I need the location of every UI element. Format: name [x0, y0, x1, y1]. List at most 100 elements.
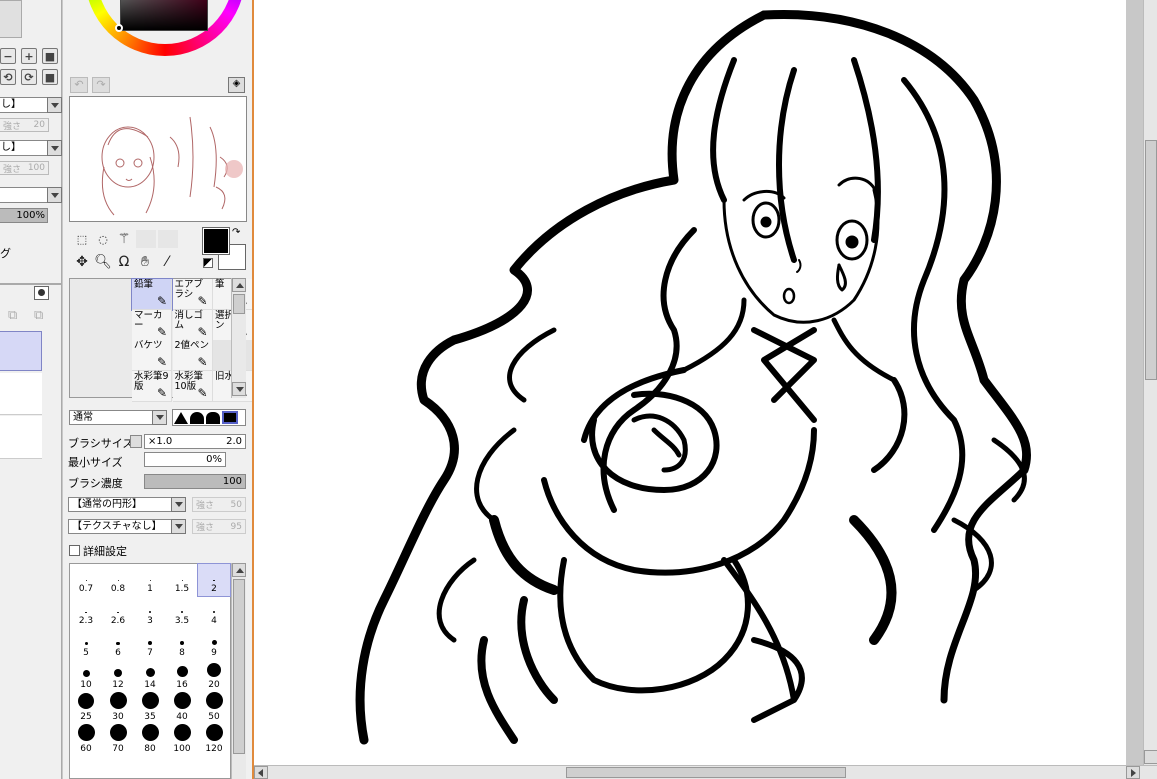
square-button[interactable]: ■: [42, 48, 58, 64]
blend-mode-select[interactable]: 通常: [69, 410, 153, 425]
size-dot-icon: [82, 670, 90, 677]
brush-1[interactable]: 鉛筆 ✎: [131, 278, 173, 311]
shape-select[interactable]: 【通常の円形】: [68, 497, 172, 512]
brush-10[interactable]: 2値ペン ✎: [172, 340, 213, 371]
eyedropper-icon[interactable]: ⁄: [158, 253, 176, 271]
hand-icon[interactable]: ✋︎: [136, 253, 154, 271]
shape-dropdown-icon[interactable]: [171, 497, 186, 512]
empty-tool-slot: [158, 230, 178, 248]
canvas-vertical-scrollbar[interactable]: [1143, 0, 1157, 765]
min-size-field[interactable]: 0%: [144, 452, 226, 467]
brush-size-option[interactable]: 5: [70, 628, 102, 660]
horizontal-scroll-thumb[interactable]: [566, 767, 846, 778]
brush-size-option[interactable]: 25: [70, 692, 102, 724]
left-select-1[interactable]: し】: [0, 97, 62, 113]
brush-size-option[interactable]: 10: [70, 660, 102, 692]
copy-layer-icon[interactable]: ⧉: [34, 308, 43, 323]
brush-5[interactable]: マーカー ✎: [132, 309, 172, 341]
layer-item-selected[interactable]: [0, 331, 42, 371]
brush-grid-scrollbar[interactable]: [231, 278, 246, 398]
layer-toggle-icon[interactable]: [34, 286, 49, 300]
navigator-options-icon[interactable]: ◈: [228, 77, 245, 93]
left-percent-slider[interactable]: 100%: [0, 208, 48, 223]
brush-size-option[interactable]: 100: [166, 724, 198, 756]
brush-size-field[interactable]: ×1.0 2.0: [144, 434, 246, 449]
brush-size-option[interactable]: 0.8: [102, 564, 134, 596]
brush-size-option[interactable]: 8: [166, 628, 198, 660]
rotate-view-icon[interactable]: Ω: [115, 253, 133, 271]
brush-13[interactable]: 水彩筆9版 ✎: [132, 370, 172, 402]
brush-size-option[interactable]: 12: [102, 660, 134, 692]
lasso-icon[interactable]: ◌: [94, 230, 112, 248]
scroll-left-icon[interactable]: [254, 766, 268, 779]
brush-size-option[interactable]: 4: [198, 596, 230, 628]
brush-size-option[interactable]: 80: [134, 724, 166, 756]
size-label: 70: [112, 744, 124, 754]
swap-colors-icon[interactable]: ↷: [232, 227, 240, 238]
size-label: 16: [176, 680, 188, 690]
brush-size-option[interactable]: 40: [166, 692, 198, 724]
brush-size-option[interactable]: 0.7: [70, 564, 102, 596]
brush-size-option[interactable]: 3.5: [166, 596, 198, 628]
layer-item[interactable]: [0, 373, 42, 415]
brush-size-option[interactable]: 20: [198, 660, 230, 692]
brush-size-option[interactable]: 16: [166, 660, 198, 692]
shape-round-icon: [190, 412, 204, 424]
brush-size-option[interactable]: 14: [134, 660, 166, 692]
brush-size-option[interactable]: 50: [198, 692, 230, 724]
scroll-right-icon[interactable]: [1126, 766, 1140, 779]
new-layer-icon[interactable]: ⧉: [8, 308, 17, 323]
brush-shape-selector[interactable]: [172, 409, 246, 426]
texture-dropdown-icon[interactable]: [171, 519, 186, 534]
brush-2[interactable]: エアブラシ ✎: [172, 279, 213, 310]
brush-size-dropdown-icon[interactable]: [130, 435, 142, 448]
drawing-canvas[interactable]: [254, 0, 1126, 765]
vertical-scroll-thumb[interactable]: [1145, 140, 1157, 380]
rotate-right-button[interactable]: ⟳: [21, 69, 37, 85]
brush-size-option[interactable]: 3: [134, 596, 166, 628]
brush-size-option[interactable]: 35: [134, 692, 166, 724]
magic-wand-icon[interactable]: ⚚: [115, 230, 133, 248]
brush-size-option[interactable]: 120: [198, 724, 230, 756]
plus-button[interactable]: +: [21, 48, 37, 64]
color-wheel[interactable]: [75, 0, 247, 68]
brush-size-option[interactable]: 70: [102, 724, 134, 756]
reset-button[interactable]: ■: [42, 69, 58, 85]
brush-size-option[interactable]: 60: [70, 724, 102, 756]
brush-size-option[interactable]: 1: [134, 564, 166, 596]
brush-14[interactable]: 水彩筆10版 ✎: [172, 370, 213, 402]
brush-size-option[interactable]: 1.5: [166, 564, 198, 596]
brush-size-option[interactable]: 7: [134, 628, 166, 660]
layer-item[interactable]: [0, 416, 42, 459]
brush-size-option[interactable]: 2.3: [70, 596, 102, 628]
navigator-preview[interactable]: [69, 96, 247, 222]
brush-size-option[interactable]: 6: [102, 628, 134, 660]
size-dot-icon: [205, 692, 223, 709]
brush-9[interactable]: バケツ ✎: [132, 340, 172, 371]
canvas-horizontal-scrollbar[interactable]: [254, 765, 1157, 779]
brush-size-option[interactable]: 2.6: [102, 596, 134, 628]
brush-6[interactable]: 消しゴム ✎: [172, 309, 213, 341]
brush-size-option[interactable]: 9: [198, 628, 230, 660]
redo-icon[interactable]: ↷: [92, 77, 110, 93]
move-icon[interactable]: ✥: [73, 253, 91, 271]
brush-size-option[interactable]: 2: [197, 563, 231, 597]
brush-size-option[interactable]: 30: [102, 692, 134, 724]
texture-select[interactable]: 【テクスチャなし】: [68, 519, 172, 534]
size-label: 1.5: [174, 584, 190, 594]
undo-icon[interactable]: ↶: [70, 77, 88, 93]
minus-button[interactable]: −: [0, 48, 16, 64]
rect-select-icon[interactable]: ⬚: [73, 230, 91, 248]
left-select-3[interactable]: [0, 187, 62, 203]
zoom-icon[interactable]: 🔍︎: [94, 253, 112, 271]
left-select-2[interactable]: し】: [0, 140, 62, 156]
density-label: ブラシ濃度: [68, 477, 123, 490]
scroll-down-icon[interactable]: [1144, 750, 1157, 764]
reset-colors-icon[interactable]: [203, 258, 213, 268]
size-grid-scrollbar[interactable]: [231, 563, 246, 779]
density-slider[interactable]: 100: [144, 474, 246, 489]
detail-settings-checkbox[interactable]: [69, 545, 80, 556]
foreground-color-swatch[interactable]: [202, 227, 230, 255]
rotate-left-button[interactable]: ⟲: [0, 69, 16, 85]
blend-mode-dropdown-icon[interactable]: [152, 410, 167, 425]
